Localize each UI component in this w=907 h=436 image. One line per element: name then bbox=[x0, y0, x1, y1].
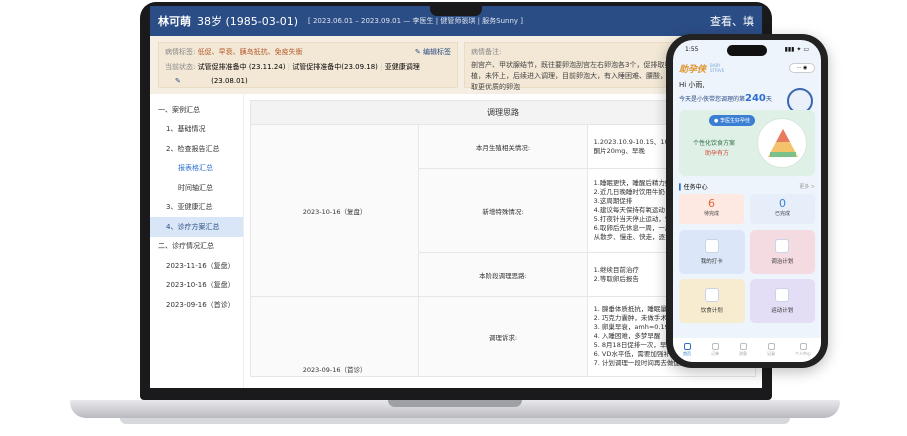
laptop-base-groove bbox=[388, 400, 522, 407]
plan-date-cell: 2023-10-16（复盘） bbox=[249, 124, 420, 297]
edit-tags-button[interactable]: ✎ 编辑标签 bbox=[415, 47, 451, 57]
tile-label: 饮食计划 bbox=[700, 308, 723, 314]
sidebar-nav: 一、案例汇总 1、基础情况 2、检查报告汇总 报表格汇总 时间轴汇总 3、亚健康… bbox=[150, 94, 244, 388]
sidebar-item-session[interactable]: 2023-11-16（复盘） bbox=[150, 256, 243, 276]
sidebar-item-session[interactable]: 2023-10-16（复盘） bbox=[150, 276, 243, 296]
tags-label: 病情标签: bbox=[165, 48, 196, 56]
status-item: (23.08.01) bbox=[211, 77, 248, 85]
user-icon bbox=[799, 343, 807, 350]
dynamic-island bbox=[727, 45, 767, 56]
task-center-header: ▍任务中心 更多 > bbox=[673, 176, 821, 194]
plan-key-cell: 调理诉求: bbox=[418, 296, 588, 377]
days-suffix: 天 bbox=[765, 96, 772, 103]
laptop-camera-notch bbox=[430, 2, 482, 16]
service-period: [ 2023.06.01 – 2023.09.01 — 李医生 | 健管师張琪 … bbox=[308, 17, 523, 25]
patient-name: 林可萌 bbox=[158, 15, 191, 28]
status-item: 试管促排准备中 (23.11.24) bbox=[197, 63, 286, 71]
sidebar-item-diagnosis-summary[interactable]: 二、诊疗情况汇总 bbox=[150, 237, 243, 257]
sidebar-item-case-summary[interactable]: 一、案例汇总 bbox=[150, 100, 243, 120]
pending-count: 6 bbox=[708, 197, 715, 210]
plan-date-cell: 2023-09-16（首诊） bbox=[249, 296, 420, 377]
banner-line2: 助孕有方 bbox=[705, 150, 730, 157]
pending-tasks-box[interactable]: 6 待完成 bbox=[679, 194, 744, 224]
plan-key-cell: 本阶段调理思路: bbox=[418, 252, 588, 297]
tile-label: 调治计划 bbox=[771, 259, 794, 265]
sidebar-item-timeline-summary[interactable]: 时间轴汇总 bbox=[150, 178, 243, 198]
record-icon bbox=[767, 343, 775, 350]
tile-diet-plan[interactable]: 饮食计划 bbox=[679, 279, 745, 323]
miniapp-capsule-button[interactable]: ··· ◉ bbox=[789, 63, 815, 73]
phone-screen: 1:55 ▮▮▮ ✦ ▭ 助孕侠 BABY STRIVE ··· ◉ Hi 小雨… bbox=[673, 40, 821, 362]
task-counts: 6 待完成 0 已完成 bbox=[673, 194, 821, 224]
app-logo-sub: BABY STRIVE bbox=[710, 63, 725, 73]
patient-age: 38岁 (1985-03-01) bbox=[197, 15, 299, 28]
tab-home[interactable]: 首页 bbox=[683, 343, 691, 357]
home-icon bbox=[683, 343, 691, 350]
sidebar-item-table-summary[interactable]: 报表格汇总 bbox=[150, 159, 243, 179]
pencil-icon[interactable]: ✎ bbox=[175, 77, 181, 85]
tile-label: 我的打卡 bbox=[700, 259, 723, 265]
tile-label: 运动计划 bbox=[771, 308, 794, 314]
diet-banner[interactable]: ● 李医生好孕佳 个性化饮食方案 助孕有方 bbox=[679, 110, 815, 176]
food-pyramid-icon bbox=[757, 118, 807, 168]
sidebar-item-treatment-plan[interactable]: 4、诊疗方案汇总 bbox=[150, 217, 243, 237]
clipboard-icon bbox=[775, 239, 790, 253]
tab-orders[interactable]: 订单 bbox=[711, 343, 719, 357]
condition-panel: ✎ 编辑标签 病情标签: 低促、早衰、胰岛抵抗、免疫失衡 当前状态: 试管促排准… bbox=[158, 42, 458, 88]
status-time: 1:55 bbox=[685, 45, 699, 53]
sidebar-item-report-summary[interactable]: 2、检查报告汇总 bbox=[150, 139, 243, 159]
days-count: 240 bbox=[745, 93, 766, 104]
signal-icon: ▮▮▮ ✦ ▭ bbox=[784, 45, 809, 53]
sidebar-item-basic-info[interactable]: 1、基础情况 bbox=[150, 120, 243, 140]
condition-tags-row: 病情标签: 低促、早衰、胰岛抵抗、免疫失衡 bbox=[165, 47, 451, 57]
pencil-icon: ✎ bbox=[414, 48, 421, 56]
status-row: 当前状态: 试管促排准备中 (23.11.24) | 试管促排准备中(23.09… bbox=[165, 63, 420, 71]
tab-records[interactable]: 记录 bbox=[767, 343, 775, 357]
done-tasks-box[interactable]: 0 已完成 bbox=[750, 194, 815, 224]
task-more-link[interactable]: 更多 > bbox=[799, 183, 815, 190]
status-row-2: ✎ (23.08.01) bbox=[165, 77, 451, 85]
tab-profile[interactable]: 个人中心 bbox=[795, 343, 811, 357]
edit-tags-label: 编辑标签 bbox=[423, 48, 451, 56]
sidebar-item-subhealth-summary[interactable]: 3、亚健康汇总 bbox=[150, 198, 243, 218]
view-fill-link[interactable]: 查看、填 bbox=[710, 13, 754, 29]
laptop-shadow bbox=[120, 418, 790, 424]
calendar-icon bbox=[704, 239, 719, 253]
plan-key-cell: 新增特殊情况: bbox=[418, 168, 588, 253]
banner-line1: 个性化饮食方案 bbox=[693, 140, 736, 147]
plan-key-cell: 本月生殖相关情况: bbox=[418, 124, 588, 169]
tab-messages[interactable]: 消息 bbox=[739, 343, 747, 357]
done-count: 0 bbox=[779, 197, 786, 210]
tile-my-checkin[interactable]: 我的打卡 bbox=[679, 230, 745, 274]
sneaker-icon bbox=[775, 288, 790, 302]
done-label: 已完成 bbox=[774, 211, 790, 217]
mockup-stage: 林可萌 38岁 (1985-03-01) [ 2023.06.01 – 2023… bbox=[0, 0, 907, 436]
sidebar-item-session[interactable]: 2023-09-16（首诊） bbox=[150, 295, 243, 315]
task-center-title: ▍任务中心 bbox=[679, 184, 708, 191]
food-icon bbox=[704, 288, 719, 302]
status-label: 当前状态: bbox=[165, 63, 196, 71]
bell-icon bbox=[739, 343, 747, 350]
days-prefix: 今天是小侠带您调理的第 bbox=[679, 96, 746, 103]
pending-label: 待完成 bbox=[703, 211, 719, 217]
phone-tab-bar: 首页 订单 消息 记录 个人中心 bbox=[673, 338, 821, 362]
tile-exercise-plan[interactable]: 运动计划 bbox=[749, 279, 815, 323]
laptop-base bbox=[70, 400, 840, 418]
feature-tiles: 我的打卡 调治计划 饮食计划 运动计划 bbox=[673, 224, 821, 323]
phone-app-bar: 助孕侠 BABY STRIVE ··· ◉ bbox=[673, 58, 821, 78]
doctor-pill: ● 李医生好孕佳 bbox=[709, 115, 755, 126]
app-logo: 助孕侠 bbox=[679, 64, 707, 75]
status-item: 亚健康调理 bbox=[384, 63, 420, 71]
condition-tags: 低促、早衰、胰岛抵抗、免疫失衡 bbox=[197, 48, 303, 56]
status-item: 试管促排准备中(23.09.18) bbox=[292, 63, 378, 71]
tile-treatment-plan[interactable]: 调治计划 bbox=[749, 230, 815, 274]
orders-icon bbox=[711, 343, 719, 350]
